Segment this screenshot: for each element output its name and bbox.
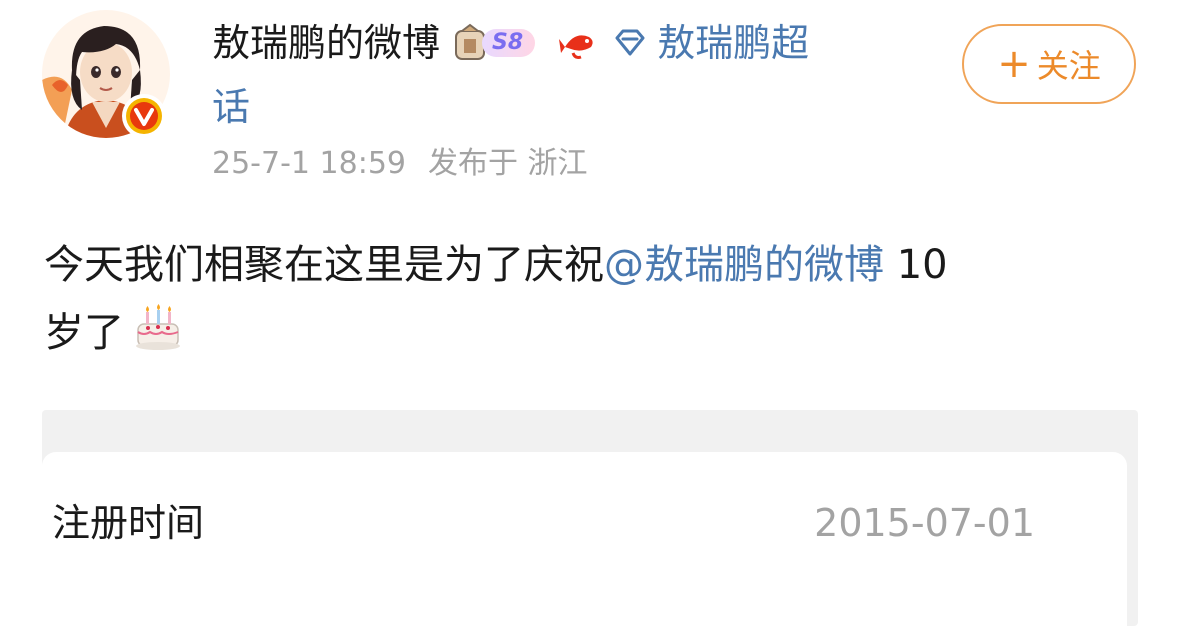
plus-icon: +: [997, 41, 1031, 87]
post-text-before: 今天我们相聚在这里是为了庆祝: [44, 242, 604, 288]
diamond-icon: [615, 29, 645, 56]
level-badge[interactable]: S8: [450, 23, 536, 60]
header-name-row: 敖瑞鹏的微博 S8 敖瑞鹏超: [212, 18, 912, 68]
post-text-after: 10: [884, 242, 948, 288]
post-text-line2: 岁了: [44, 310, 124, 356]
post-meta: 25-7-1 18:59 发布于 浙江: [212, 144, 588, 184]
card-divider: [42, 592, 1127, 626]
post-text: 今天我们相聚在这里是为了庆祝@敖瑞鹏的微博 10 岁了: [44, 232, 1144, 366]
birthday-cake-icon: [136, 304, 180, 350]
supertopic-link[interactable]: 敖瑞鹏超: [657, 18, 809, 68]
koi-fish-icon: [559, 35, 593, 59]
card-value: 2015-07-01: [814, 501, 1035, 545]
username[interactable]: 敖瑞鹏的微博: [212, 18, 440, 68]
registration-card[interactable]: 注册时间 2015-07-01: [42, 452, 1127, 592]
supertopic-link-continued[interactable]: 话: [212, 82, 250, 132]
timestamp: 25-7-1 18:59: [212, 146, 406, 181]
card-label: 注册时间: [52, 501, 205, 545]
follow-button[interactable]: + 关注: [962, 24, 1136, 104]
follow-label: 关注: [1036, 47, 1101, 85]
mention-link[interactable]: @敖瑞鹏的微博: [604, 242, 884, 288]
verified-v-icon: [122, 94, 166, 138]
location: 发布于 浙江: [428, 146, 588, 181]
level-label: S8: [482, 29, 536, 57]
